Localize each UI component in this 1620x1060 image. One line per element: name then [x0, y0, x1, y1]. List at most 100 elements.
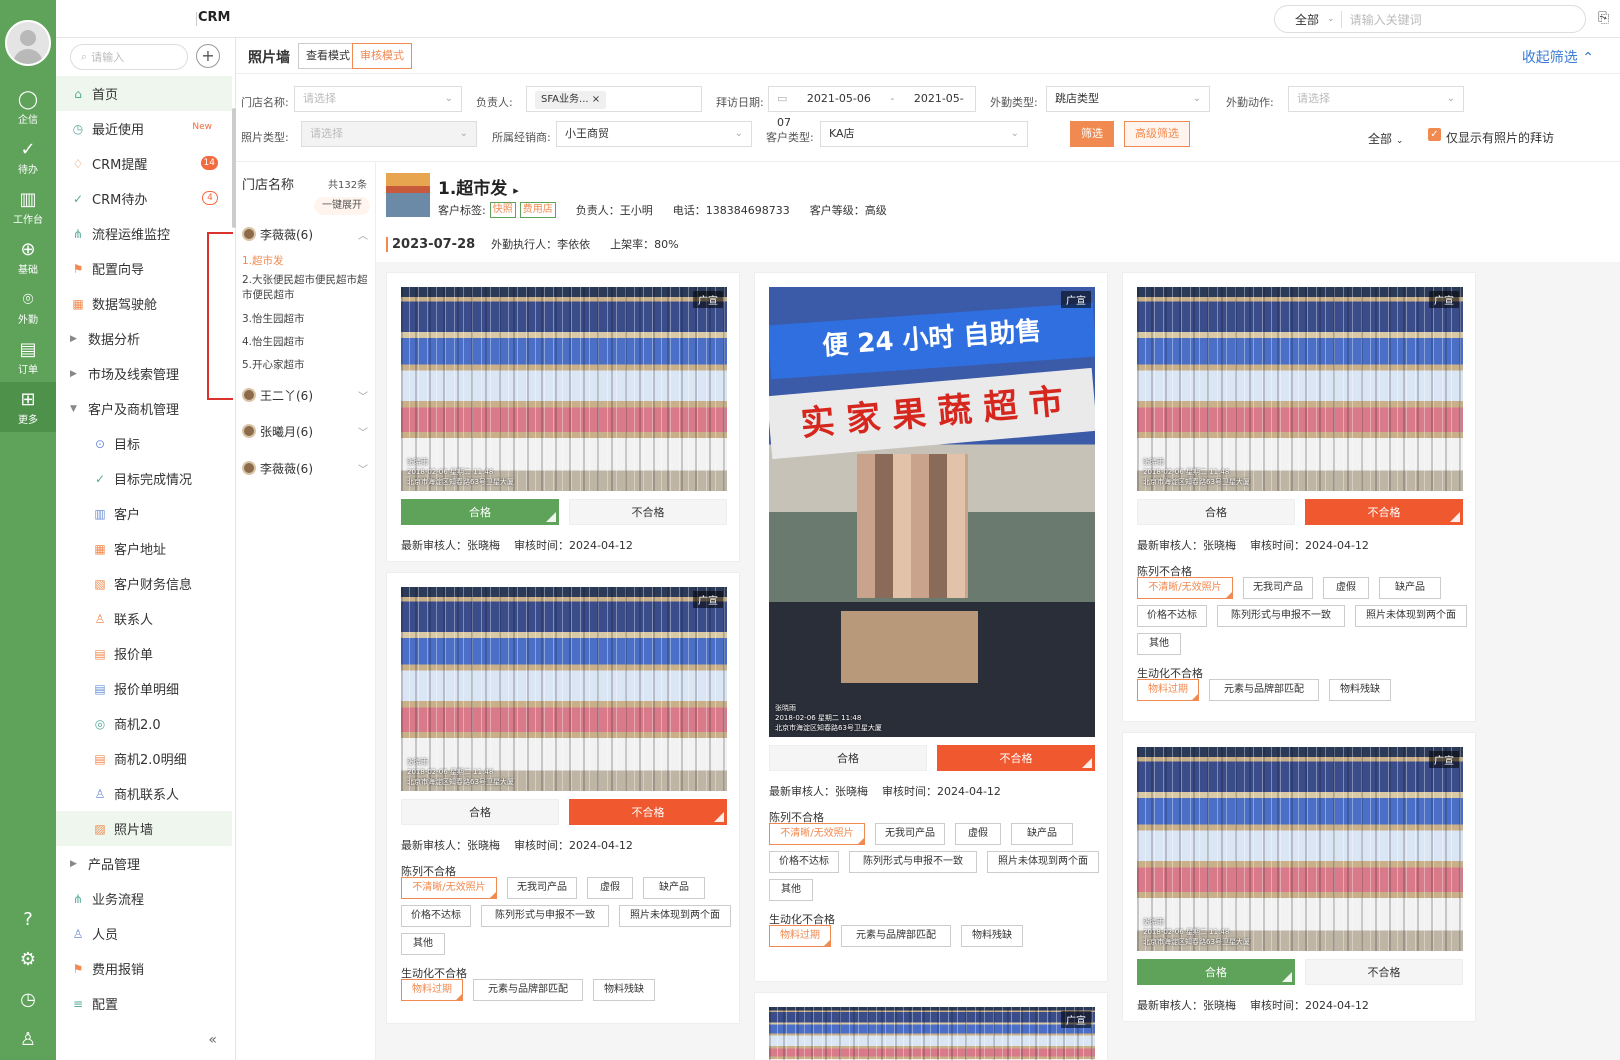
sidebar-item[interactable]: ▤ 报价单: [56, 636, 232, 671]
sidebar-item[interactable]: ⌂ 首页: [56, 76, 232, 111]
rail-item-more[interactable]: ⊞ 更多: [0, 382, 56, 432]
vivid-reason-chip[interactable]: 元素与品牌部匹配: [841, 925, 951, 947]
display-reason-chip[interactable]: 价格不达标: [769, 851, 839, 873]
photo-image[interactable]: 广宣 张晓雨 2018-02-06 星期二 11:48 北京市海淀区知春路63号卫星大…: [401, 587, 727, 791]
display-reason-chip[interactable]: 无我司产品: [507, 877, 577, 899]
store-item[interactable]: 2.大张便民超市便民超市超市便民超市: [242, 273, 374, 303]
display-reason-chip[interactable]: 其他: [769, 879, 813, 901]
search-input[interactable]: 请输入关键词: [1340, 10, 1422, 28]
vivid-reason-chip[interactable]: 物料过期: [1137, 679, 1199, 701]
sidebar-item[interactable]: ♙ 商机联系人: [56, 776, 232, 811]
customer-type-select[interactable]: KA店 ⌄: [820, 121, 1028, 147]
view-mode-button[interactable]: 查看模式: [298, 43, 358, 69]
display-reason-chip[interactable]: 其他: [1137, 633, 1181, 655]
pass-button[interactable]: 合格: [401, 499, 559, 525]
close-icon[interactable]: ×: [592, 94, 600, 105]
dealer-select[interactable]: 小王商贸 ⌄: [556, 121, 752, 147]
store-item[interactable]: 1.超市发: [242, 254, 374, 269]
display-reason-chip[interactable]: 无我司产品: [875, 823, 945, 845]
display-reason-chip[interactable]: 其他: [401, 933, 445, 955]
rail-item-basic[interactable]: ⊕ 基础: [0, 232, 56, 282]
rail-item-todo[interactable]: ✓ 待办: [0, 132, 56, 182]
fail-button[interactable]: 不合格: [1305, 499, 1463, 525]
fail-button[interactable]: 不合格: [1305, 959, 1463, 985]
sidebar-item[interactable]: ▼ 客户及商机管理: [56, 391, 232, 426]
scope-select[interactable]: 全部 ⌄: [1368, 130, 1403, 147]
vivid-reason-chip[interactable]: 物料残缺: [1329, 679, 1391, 701]
display-reason-chip[interactable]: 缺产品: [1379, 577, 1441, 599]
display-reason-chip[interactable]: 陈列形式与申报不一致: [849, 851, 977, 873]
date-from[interactable]: 2021-05-06: [807, 92, 871, 105]
rail-item-workbench[interactable]: ▥ 工作台: [0, 182, 56, 232]
photo-type-select[interactable]: 请选择 ⌄: [301, 121, 477, 147]
display-reason-chip[interactable]: 陈列形式与申报不一致: [481, 905, 609, 927]
owner-tag[interactable]: SFA业务... ×: [535, 91, 607, 109]
store-item[interactable]: 4.怡生园超市: [242, 335, 374, 350]
vivid-reason-chip[interactable]: 物料过期: [769, 925, 831, 947]
fail-button[interactable]: 不合格: [569, 499, 727, 525]
rail-item-field[interactable]: ⌾ 外勤: [0, 282, 56, 332]
sidebar-item[interactable]: ▤ 报价单明细: [56, 671, 232, 706]
sidebar-item[interactable]: ▶ 产品管理: [56, 846, 232, 881]
rail-item-order[interactable]: ▤ 订单: [0, 332, 56, 382]
sidebar-item[interactable]: ♙ 人员: [56, 916, 232, 951]
sidebar-item[interactable]: ⋔ 业务流程: [56, 881, 232, 916]
vivid-reason-chip[interactable]: 物料残缺: [961, 925, 1023, 947]
display-reason-chip[interactable]: 无我司产品: [1243, 577, 1313, 599]
sidebar-item[interactable]: ✓ CRM待办 4: [56, 181, 232, 216]
sidebar-item[interactable]: ▨ 照片墙: [56, 811, 232, 846]
display-reason-chip[interactable]: 虚假: [587, 877, 633, 899]
sidebar-item[interactable]: ◷ 最近使用 New: [56, 111, 232, 146]
sidebar-item[interactable]: ⊙ 目标: [56, 426, 232, 461]
display-reason-chip[interactable]: 缺产品: [643, 877, 705, 899]
sidebar-item[interactable]: ✓ 目标完成情况: [56, 461, 232, 496]
user-avatar[interactable]: [5, 20, 51, 66]
fail-button[interactable]: 不合格: [937, 745, 1095, 771]
display-reason-chip[interactable]: 虚假: [1323, 577, 1369, 599]
store-thumbnail[interactable]: [386, 173, 430, 217]
field-action-select[interactable]: 请选择 ⌄: [1288, 86, 1464, 112]
display-reason-chip[interactable]: 价格不达标: [1137, 605, 1207, 627]
collapse-nav-button[interactable]: «: [208, 1032, 217, 1048]
display-reason-chip[interactable]: 不清晰/无效照片: [769, 823, 865, 845]
settings-button[interactable]: ⚙: [0, 940, 56, 980]
global-search[interactable]: 全部 ⌄ 请输入关键词: [1274, 5, 1586, 33]
expand-all-button[interactable]: 一键展开: [314, 197, 370, 215]
display-reason-chip[interactable]: 照片未体现到两个面: [619, 905, 731, 927]
store-name-select[interactable]: 请选择 ⌄: [294, 86, 462, 112]
sidebar-item[interactable]: ▶ 数据分析: [56, 321, 232, 356]
display-reason-chip[interactable]: 不清晰/无效照片: [1137, 577, 1233, 599]
sidebar-item[interactable]: ▤ 商机2.0明细: [56, 741, 232, 776]
sidebar-item[interactable]: ▧ 客户财务信息: [56, 566, 232, 601]
rail-item-chat[interactable]: ◯ 企信: [0, 82, 56, 132]
help-button[interactable]: ?: [0, 900, 56, 940]
sidebar-item[interactable]: ▦ 数据驾驶舱: [56, 286, 232, 321]
sidebar-item[interactable]: ⚑ 配置向导: [56, 251, 232, 286]
sidebar-item[interactable]: ⋔ 流程运维监控: [56, 216, 232, 251]
nav-add-button[interactable]: +: [196, 44, 220, 68]
photo-image[interactable]: 广宣 张晓雨 2018-02-06 星期二 11:48 北京市海淀区知春路63号卫星大…: [1137, 287, 1463, 491]
nav-search-input[interactable]: ⌕ 请输入: [70, 44, 188, 70]
review-mode-button[interactable]: 审核模式: [352, 43, 412, 69]
only-photo-checkbox[interactable]: ✓: [1428, 128, 1441, 141]
person-group[interactable]: 李薇薇(6) ﹀: [242, 457, 372, 479]
pass-button[interactable]: 合格: [769, 745, 927, 771]
display-reason-chip[interactable]: 虚假: [955, 823, 1001, 845]
history-button[interactable]: ◷: [0, 980, 56, 1020]
sidebar-item[interactable]: ▶ 市场及线索管理: [56, 356, 232, 391]
photo-image[interactable]: 广宣: [769, 1007, 1095, 1060]
store-item[interactable]: 5.开心家超市: [242, 358, 374, 373]
vivid-reason-chip[interactable]: 物料过期: [401, 979, 463, 1001]
filter-button[interactable]: 筛选: [1070, 121, 1114, 147]
field-type-select[interactable]: 跳店类型 ⌄: [1046, 86, 1210, 112]
person-group[interactable]: 李薇薇(6) ︿: [242, 223, 372, 245]
search-scope-select[interactable]: 全部: [1295, 11, 1319, 28]
sidebar-item[interactable]: ◎ 商机2.0: [56, 706, 232, 741]
sidebar-item[interactable]: ♙ 联系人: [56, 601, 232, 636]
photo-image[interactable]: 广宣 张晓雨 2018-02-06 星期二 11:48 北京市海淀区知春路63号卫星大…: [401, 287, 727, 491]
store-title[interactable]: 1.超市发 ▸: [438, 174, 519, 199]
person-group[interactable]: 王二丫(6) ﹀: [242, 384, 372, 406]
vivid-reason-chip[interactable]: 元素与品牌部匹配: [1209, 679, 1319, 701]
user-settings-button[interactable]: ♙: [0, 1020, 56, 1060]
display-reason-chip[interactable]: 照片未体现到两个面: [1355, 605, 1467, 627]
